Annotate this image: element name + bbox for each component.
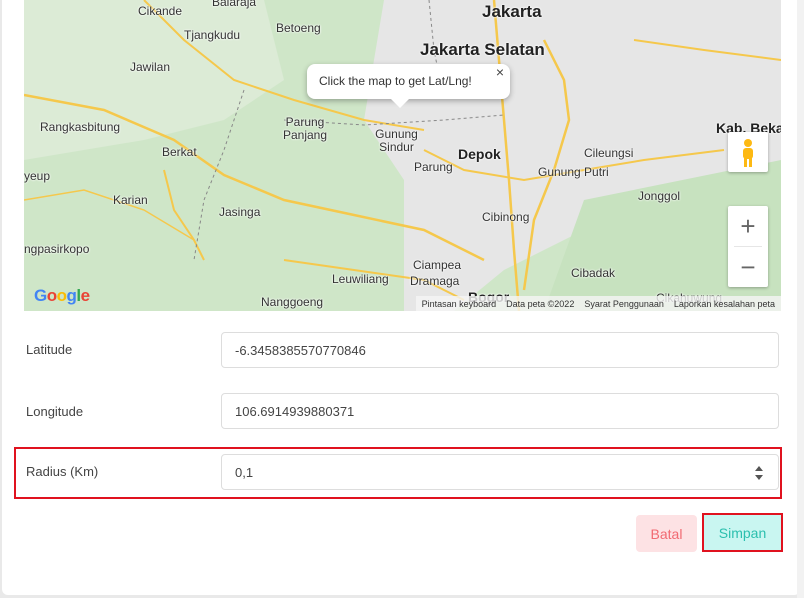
map-place: yeup xyxy=(24,169,51,183)
map-data-text: Data peta ©2022 xyxy=(506,298,575,309)
close-icon[interactable]: × xyxy=(496,64,504,80)
map-place: Jonggol xyxy=(638,189,681,203)
map-place: Betoeng xyxy=(276,21,321,35)
number-spinner-icon[interactable] xyxy=(754,465,764,481)
map-view[interactable]: Cikande Balaraja Jakarta Tjangkudu Betoe… xyxy=(24,0,781,311)
zoom-in-button[interactable]: + xyxy=(728,206,768,246)
latitude-value: -6.3458385570770846 xyxy=(235,342,366,358)
map-place: Balaraja xyxy=(212,0,257,9)
radius-input[interactable]: 0,1 xyxy=(221,454,779,490)
map-place: Parung xyxy=(414,160,453,174)
map-place: Cileungsi xyxy=(584,146,634,160)
map-place: Jawilan xyxy=(130,60,171,74)
map-info-window: Click the map to get Lat/Lng! × xyxy=(307,64,510,108)
map-place: Nanggoeng xyxy=(261,295,324,309)
report-error-link[interactable]: Laporkan kesalahan peta xyxy=(674,299,775,309)
map-place: Karian xyxy=(113,193,148,207)
map-place: Leuwiliang xyxy=(332,272,389,286)
map-place: Jasinga xyxy=(219,205,261,219)
cancel-button[interactable]: Batal xyxy=(636,515,697,552)
map-place: Ciampea xyxy=(413,258,462,272)
terms-link[interactable]: Syarat Penggunaan xyxy=(584,299,664,309)
tooltip-text: Click the map to get Lat/Lng! xyxy=(319,74,472,88)
zoom-control: + − xyxy=(728,206,768,287)
map-place: Cibinong xyxy=(482,210,530,224)
map-place: Gunung Putri xyxy=(538,165,609,179)
radius-value: 0,1 xyxy=(235,464,254,480)
map-place: Gunung Sindur xyxy=(375,127,418,154)
street-view-pegman-button[interactable] xyxy=(728,132,768,172)
backdrop-edge xyxy=(797,0,804,598)
tooltip-tail xyxy=(391,99,409,108)
map-place: Cibadak xyxy=(571,266,616,280)
latitude-input[interactable]: -6.3458385570770846 xyxy=(221,332,779,368)
map-place: Jakarta xyxy=(482,2,542,21)
save-button[interactable]: Simpan xyxy=(702,513,783,552)
zoom-out-button[interactable]: − xyxy=(728,247,768,287)
map-place: Rangkasbitung xyxy=(40,120,121,134)
latitude-label: Latitude xyxy=(26,342,73,357)
google-logo: Google xyxy=(34,286,90,305)
map-place: Dramaga xyxy=(410,274,460,288)
map-place: Depok xyxy=(458,146,501,162)
map-place: Cikande xyxy=(138,4,183,18)
map-attribution: Pintasan keyboard Data peta ©2022 Syarat… xyxy=(415,296,781,311)
longitude-input[interactable]: 106.6914939880371 xyxy=(221,393,779,429)
map-place: Parung Panjang xyxy=(282,115,328,142)
map-place: ngpasirkopo xyxy=(24,242,90,256)
map-place: Tjangkudu xyxy=(184,28,241,42)
longitude-value: 106.6914939880371 xyxy=(235,403,355,419)
location-modal: Cikande Balaraja Jakarta Tjangkudu Betoe… xyxy=(2,0,800,595)
map-place: Jakarta Selatan xyxy=(420,40,545,59)
keyboard-shortcuts-link[interactable]: Pintasan keyboard xyxy=(422,299,497,309)
longitude-label: Longitude xyxy=(26,404,84,419)
map-background xyxy=(24,0,781,311)
map-place: Berkat xyxy=(162,145,197,159)
pegman-icon xyxy=(743,139,753,167)
radius-label: Radius (Km) xyxy=(26,464,99,479)
